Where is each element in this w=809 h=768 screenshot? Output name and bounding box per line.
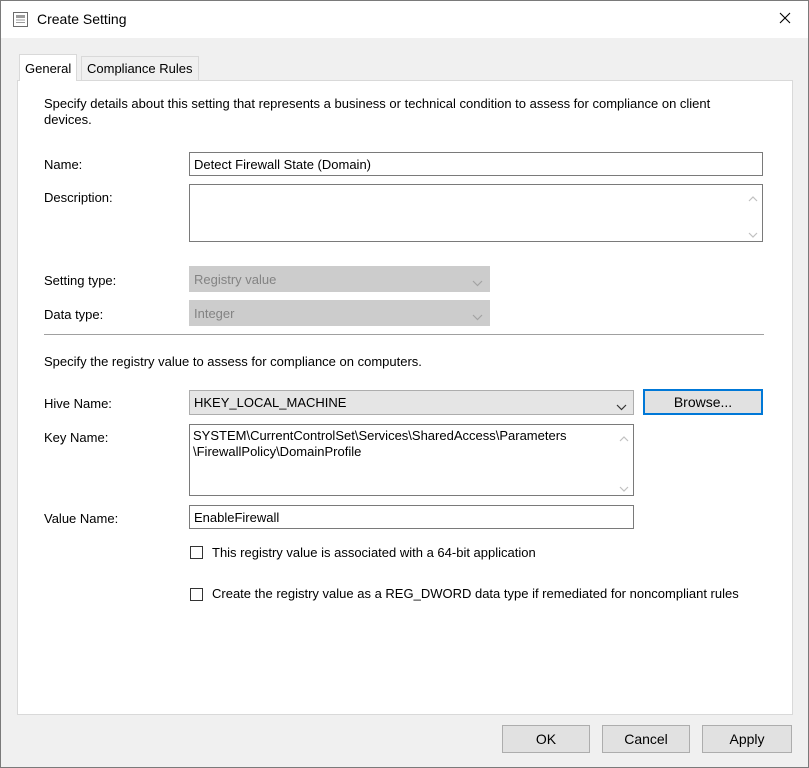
registry-intro-text: Specify the registry value to assess for… [44,354,422,369]
window-title: Create Setting [37,11,127,27]
apply-button[interactable]: Apply [702,725,792,753]
browse-button[interactable]: Browse... [643,389,763,415]
ok-button[interactable]: OK [502,725,590,753]
setting-type-value: Registry value [194,271,277,287]
general-intro-text: Specify details about this setting that … [44,96,711,127]
scroll-down-arrow-icon[interactable] [619,481,629,492]
checkbox-64bit-label[interactable]: This registry value is associated with a… [212,545,536,560]
tab-general[interactable]: General [19,54,78,81]
hive-name-label: Hive Name: [44,396,112,411]
setting-type-select: Registry value [189,266,490,292]
setting-type-label: Setting type: [44,273,117,288]
checkbox-64bit-application[interactable] [190,546,203,559]
close-button[interactable] [762,1,808,38]
title-bar: Create Setting [1,1,808,38]
value-name-field[interactable]: EnableFirewall [189,505,634,529]
checkbox-reg-dword-label[interactable]: Create the registry value as a REG_DWORD… [212,586,739,601]
name-label: Name: [44,157,83,172]
name-field[interactable]: Detect Firewall State (Domain) [189,152,763,176]
key-name-scrollbar[interactable] [616,425,633,495]
data-type-value: Integer [194,305,235,321]
scroll-up-arrow-icon[interactable] [748,191,758,202]
close-icon [779,12,791,27]
hive-name-value: HKEY_LOCAL_MACHINE [194,395,347,410]
key-name-field[interactable]: SYSTEM\CurrentControlSet\Services\Shared… [189,424,634,496]
chevron-down-icon [472,275,483,287]
scroll-up-arrow-icon[interactable] [619,431,629,442]
chevron-down-icon [472,309,483,321]
data-type-select: Integer [189,300,490,326]
scroll-down-arrow-icon[interactable] [748,227,758,238]
key-name-text: SYSTEM\CurrentControlSet\Services\Shared… [193,428,567,459]
section-divider [44,334,764,335]
description-scrollbar[interactable] [745,185,762,241]
key-name-label: Key Name: [44,430,109,445]
checkbox-reg-dword[interactable] [190,588,203,601]
settings-dialog-icon [12,11,29,28]
data-type-label: Data type: [44,307,104,322]
value-name-label: Value Name: [44,511,119,526]
cancel-button[interactable]: Cancel [602,725,690,753]
create-setting-dialog: Create Setting General Compliance Rules … [0,0,809,768]
chevron-down-icon [616,399,627,410]
hive-name-select[interactable]: HKEY_LOCAL_MACHINE [189,390,634,415]
description-field[interactable] [189,184,763,242]
description-label: Description: [44,190,113,205]
tab-compliance-rules[interactable]: Compliance Rules [81,56,199,80]
